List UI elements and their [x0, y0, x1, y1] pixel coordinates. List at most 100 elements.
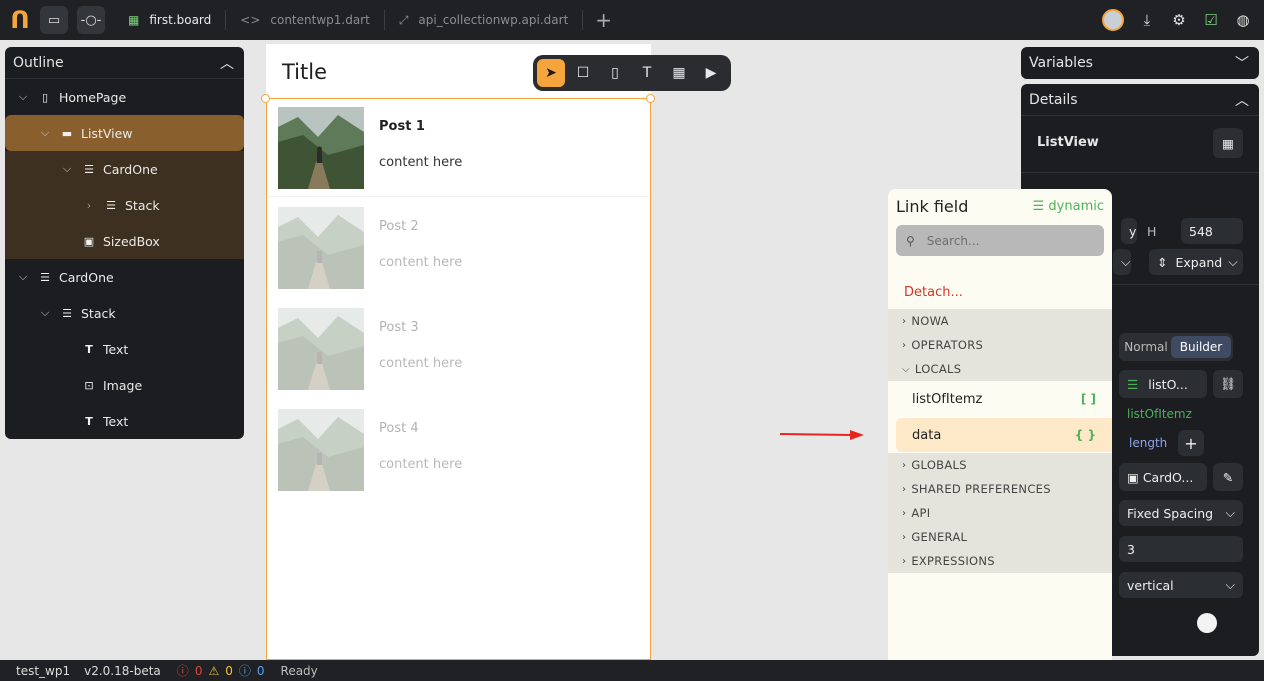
tree-item-stack-2[interactable]: ⌵ ☰ Stack — [5, 295, 244, 331]
variables-panel: Variables ﹀ — [1021, 47, 1259, 79]
tab-api-collection[interactable]: ⤢ api_collectionwp.api.dart — [385, 0, 582, 40]
mode-normal[interactable]: Normal — [1121, 340, 1171, 354]
height-field[interactable]: 548 — [1181, 218, 1243, 244]
chevron-down-icon[interactable]: ⌵ — [37, 306, 53, 320]
chevron-down-icon: ⌵ — [902, 363, 910, 375]
tree-item-image[interactable]: ⊡ Image — [5, 367, 244, 403]
chevron-up-icon[interactable]: ︿ — [220, 53, 234, 73]
tree-item-text[interactable]: T Text — [5, 331, 244, 367]
tree-item-sizedbox[interactable]: ▣ SizedBox — [5, 223, 244, 259]
list-icon: ☰ — [1032, 199, 1045, 214]
gear-icon[interactable]: ⚙ — [1170, 11, 1188, 29]
tab-first-board[interactable]: ▦ first.board — [114, 0, 225, 40]
unlink-button[interactable]: ⛓ — [1213, 370, 1243, 398]
folder-button[interactable]: ▭ — [40, 6, 68, 34]
play-icon: ▶ — [705, 65, 717, 81]
container-tool[interactable]: ☐ — [569, 59, 597, 87]
group-api[interactable]: › API — [888, 501, 1112, 525]
spacing-dropdown[interactable]: Fixed Spacing ⌵ — [1119, 500, 1243, 526]
download-icon[interactable]: ⤓ — [1138, 11, 1156, 29]
tree-item-cardone-2[interactable]: ⌵ ☰ CardOne — [5, 259, 244, 295]
group-nowa[interactable]: › NOWA — [888, 309, 1112, 333]
local-item-data[interactable]: data { } — [896, 418, 1112, 452]
project-name: test_wp1 — [16, 663, 71, 678]
chevron-right-icon: › — [902, 555, 907, 567]
device-tool[interactable]: ▯ — [601, 59, 629, 87]
resize-handle[interactable] — [261, 94, 270, 103]
width-mode-fragment[interactable]: ⌵ — [1113, 249, 1131, 275]
group-expressions[interactable]: › EXPRESSIONS — [888, 549, 1112, 573]
item-widget-pill[interactable]: ▣ CardO... — [1119, 463, 1207, 491]
length-chip[interactable]: length — [1129, 436, 1167, 450]
chevron-down-icon[interactable]: ⌵ — [15, 270, 31, 284]
edit-item-button[interactable]: ✎ — [1213, 463, 1243, 491]
avatar[interactable] — [1102, 9, 1124, 31]
outline-header[interactable]: Outline ︿ — [5, 47, 244, 79]
chevron-down-icon: ⌵ — [1228, 254, 1238, 269]
column-icon: ☰ — [40, 270, 50, 284]
page-title: Title — [282, 60, 328, 84]
chevron-down-icon[interactable]: ⌵ — [59, 162, 75, 176]
object-type-icon: { } — [1074, 428, 1096, 442]
chevron-right-icon: › — [902, 483, 907, 495]
mode-toggle: Normal Builder — [1119, 333, 1233, 361]
link-field-popup: Link field ☰ dynamic ⚲ Detach... ›NOWA ›… — [888, 189, 1112, 673]
search-box: ⚲ — [896, 225, 1104, 256]
spacing-value-field[interactable]: 3 — [1119, 536, 1243, 562]
chevron-down-icon[interactable]: ⌵ — [15, 90, 31, 104]
run-tool[interactable]: ▶ — [697, 59, 725, 87]
add-tab-icon[interactable]: + — [595, 8, 612, 32]
tree-item-cardone[interactable]: ⌵ ☰ CardOne — [5, 151, 244, 187]
info-icon[interactable]: ⓘ — [239, 662, 251, 679]
chevron-right-icon: › — [902, 315, 907, 327]
phone-icon: ▯ — [41, 90, 49, 104]
chevron-down-icon[interactable]: ﹀ — [1235, 53, 1249, 73]
mode-builder[interactable]: Builder — [1171, 336, 1231, 358]
width-field-fragment[interactable]: y — [1121, 218, 1137, 244]
detach-button[interactable]: Detach... — [904, 285, 963, 300]
grid-icon: ▦ — [128, 13, 140, 27]
direction-dropdown[interactable]: vertical ⌵ — [1119, 572, 1243, 598]
tree-item-homepage[interactable]: ⌵ ▯ HomePage — [5, 79, 244, 115]
tree-item-stack[interactable]: › ☰ Stack — [5, 187, 244, 223]
details-header[interactable]: Details ︿ — [1021, 84, 1259, 116]
search-icon: ⚲ — [906, 233, 915, 248]
folder-icon: ▭ — [47, 12, 61, 28]
globe-icon[interactable]: ◍ — [1234, 11, 1252, 29]
toggle-knob[interactable] — [1197, 613, 1217, 633]
variables-header[interactable]: Variables ﹀ — [1021, 47, 1259, 79]
warning-icon[interactable]: ⚠ — [208, 664, 219, 678]
text-icon: T — [85, 342, 93, 356]
list-view-icon: ▬ — [61, 126, 73, 140]
chevron-down-icon[interactable]: ⌵ — [37, 126, 53, 140]
checklist-icon[interactable]: ☑ — [1202, 11, 1220, 29]
widget-menu-button[interactable]: ▦ — [1213, 128, 1243, 158]
widgets-icon: ▦ — [672, 65, 686, 81]
search-input[interactable] — [926, 233, 1087, 248]
group-shared-preferences[interactable]: › SHARED PREFERENCES — [888, 477, 1112, 501]
tree-item-text-2[interactable]: T Text — [5, 403, 244, 439]
text-tool[interactable]: T — [633, 59, 661, 87]
list-source-pill[interactable]: ☰ listO... — [1119, 370, 1207, 398]
tree-item-listview[interactable]: ⌵ ▬ ListView — [5, 115, 244, 151]
tab-contentwp1[interactable]: <> contentwp1.dart — [226, 0, 384, 40]
chevron-up-icon[interactable]: ︿ — [1235, 90, 1249, 110]
local-item-listofitemz[interactable]: listOfItemz [ ] — [896, 382, 1112, 416]
resize-handle[interactable] — [646, 94, 655, 103]
dynamic-toggle[interactable]: ☰ dynamic — [1033, 199, 1104, 214]
group-globals[interactable]: › GLOBALS — [888, 453, 1112, 477]
chevron-right-icon[interactable]: › — [81, 199, 97, 212]
group-operators[interactable]: › OPERATORS — [888, 333, 1112, 357]
git-commit-button[interactable]: -○- — [77, 6, 105, 34]
git-commit-icon: -○- — [80, 12, 102, 28]
column-icon: ☰ — [84, 162, 94, 176]
error-icon[interactable]: ⓘ — [177, 662, 189, 679]
expand-dropdown[interactable]: ⇕ Expand ⌵ — [1149, 249, 1243, 275]
pointer-tool[interactable]: ➤ — [537, 59, 565, 87]
components-tool[interactable]: ▦ — [665, 59, 693, 87]
chevron-down-icon: ⌵ — [1225, 577, 1235, 592]
add-modifier-button[interactable]: + — [1178, 430, 1204, 456]
group-general[interactable]: › GENERAL — [888, 525, 1112, 549]
image-icon: ⊡ — [84, 378, 94, 392]
group-locals[interactable]: ⌵ LOCALS — [888, 357, 1112, 381]
